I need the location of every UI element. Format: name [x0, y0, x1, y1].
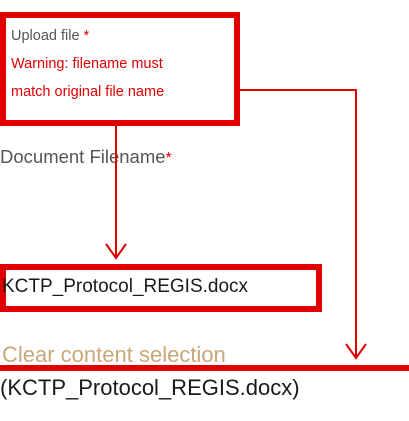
- filename-warning-line-1: Warning: filename must: [11, 56, 163, 72]
- upload-file-label: Upload file *: [11, 28, 89, 44]
- document-filename-label: Document Filename*: [0, 146, 172, 168]
- arrow-callout-to-filename-head: [105, 243, 127, 260]
- required-asterisk: *: [83, 28, 90, 44]
- required-asterisk: *: [165, 150, 172, 167]
- upload-file-label-text: Upload file: [11, 28, 80, 44]
- arrow-callout-to-selection-head: [345, 343, 367, 360]
- selection-highlight-bar: [0, 365, 409, 371]
- document-filename-value: KCTP_Protocol_REGIS.docx: [2, 276, 249, 297]
- document-filename-label-text: Document Filename: [0, 146, 166, 167]
- selected-file-display: (KCTP_Protocol_REGIS.docx): [0, 375, 300, 400]
- arrow-callout-to-selection-connector: [240, 89, 357, 358]
- filename-warning-line-2: match original file name: [11, 84, 165, 100]
